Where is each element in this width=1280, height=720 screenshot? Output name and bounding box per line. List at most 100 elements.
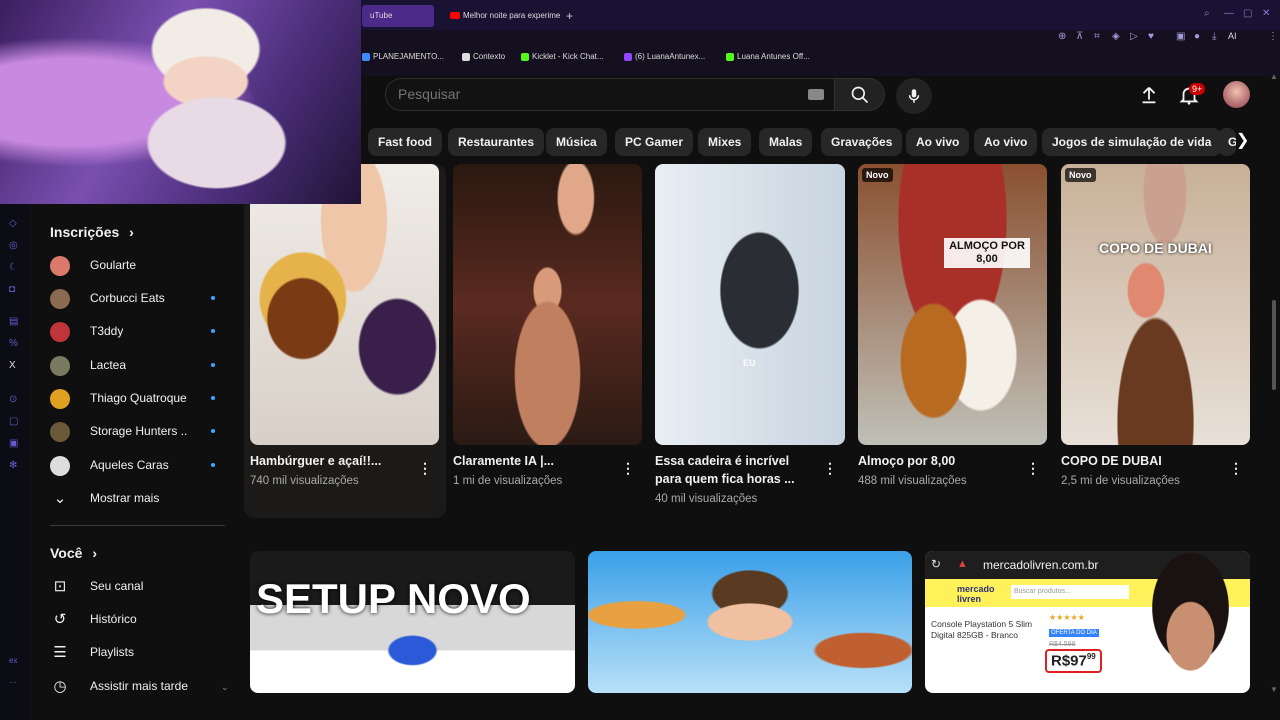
sidebar-item-seu-canal[interactable]: ⊡ Seu canal <box>50 573 225 601</box>
chip-ao-vivo[interactable]: Ao vivo <box>906 128 970 156</box>
box-icon[interactable]: ▣ <box>9 438 18 449</box>
chip-gravacoes[interactable]: Gravações <box>821 128 903 156</box>
sidebar-item-playlists[interactable]: ☰ Playlists <box>50 639 225 667</box>
chip-jogos-simulacao[interactable]: Jogos de simulação de vida <box>1042 128 1222 156</box>
profile-icon[interactable]: ● <box>1194 31 1200 42</box>
search-button[interactable] <box>834 78 885 111</box>
video-thumbnail[interactable] <box>250 164 439 445</box>
more-options-icon[interactable]: ⋮ <box>418 460 432 477</box>
scrollbar-thumb[interactable] <box>1272 300 1276 390</box>
chip-fast-food[interactable]: Fast food <box>368 128 442 156</box>
chat-icon[interactable]: ▢ <box>9 416 18 427</box>
new-content-dot <box>211 329 215 333</box>
video-title[interactable]: Almoço por 8,00 <box>858 452 1018 470</box>
avatar <box>50 289 70 309</box>
price-cents: 99 <box>1086 652 1096 661</box>
more-icon[interactable]: ··· <box>9 678 17 687</box>
chip-mixes[interactable]: Mixes <box>698 128 752 156</box>
chip-restaurantes[interactable]: Restaurantes <box>448 128 545 156</box>
channel-name: Goularte <box>90 258 137 272</box>
bookmark-kicklet[interactable]: Kicklet - Kick Chat... <box>521 52 604 61</box>
ex-icon[interactable]: ex <box>9 656 17 665</box>
bookmark-luanaantunex[interactable]: (6) LuanaAntunex... <box>624 52 705 61</box>
play-icon[interactable]: ▷ <box>1130 31 1138 42</box>
channel-name: Thiago Quatroque <box>90 391 187 405</box>
minimize-icon[interactable]: — <box>1224 8 1234 19</box>
chip-g[interactable]: G <box>1218 128 1236 156</box>
video-thumbnail[interactable]: ↻ ▲ mercadolivren.com.br mercado livren … <box>925 551 1250 693</box>
video-views: 2,5 mi de visualizações <box>1061 475 1180 487</box>
show-more-button[interactable]: ⌄ Mostrar mais <box>50 485 225 513</box>
scroll-down-arrow-icon[interactable]: ▼ <box>1270 685 1278 694</box>
crop-icon[interactable]: ⌗ <box>1094 31 1100 42</box>
more-options-icon[interactable]: ⋮ <box>823 460 837 477</box>
upload-icon[interactable] <box>1138 84 1160 106</box>
sidebar-item-aqueles-caras[interactable]: Aqueles Caras <box>50 452 225 480</box>
sidebar-item-lactea[interactable]: Lactea <box>50 352 225 380</box>
tab-youtube[interactable]: uTube <box>362 5 434 27</box>
video-thumbnail[interactable]: EU <box>655 164 845 445</box>
sidebar-item-historico[interactable]: ↺ Histórico <box>50 606 225 634</box>
subscriptions-heading[interactable]: Inscrições › <box>50 224 134 240</box>
voice-search-button[interactable] <box>896 78 932 114</box>
wallet-icon[interactable]: ▣ <box>1176 31 1185 42</box>
video-thumbnail[interactable] <box>453 164 642 445</box>
avatar <box>50 389 70 409</box>
sidebar-item-corbucci-eats[interactable]: Corbucci Eats <box>50 285 225 313</box>
brand-logo-text: mercado livren <box>957 584 995 604</box>
sidebar-item-thiago-quatroque[interactable]: Thiago Quatroque <box>50 385 225 413</box>
video-title[interactable]: COPO DE DUBAI <box>1061 452 1221 470</box>
percent-icon[interactable]: % <box>9 338 18 349</box>
video-thumbnail[interactable] <box>588 551 912 693</box>
menu-icon[interactable]: ⋮ <box>1268 31 1278 42</box>
video-thumbnail[interactable]: Novo COPO DE DUBAI <box>1061 164 1250 445</box>
chip-malas[interactable]: Malas <box>759 128 813 156</box>
twitch-icon[interactable]: ▤ <box>9 316 18 327</box>
chip-ao-vivo-2[interactable]: Ao vivo <box>974 128 1038 156</box>
more-options-icon[interactable]: ⋮ <box>621 460 635 477</box>
more-options-icon[interactable]: ⋮ <box>1026 460 1040 477</box>
video-thumbnail[interactable]: Novo ALMOÇO POR 8,00 <box>858 164 1047 445</box>
scroll-up-arrow-icon[interactable]: ▲ <box>1270 72 1278 81</box>
chevron-right-icon[interactable]: ❯ <box>1236 130 1249 150</box>
search-icon[interactable]: ⌕ <box>1204 8 1210 19</box>
ai-button[interactable]: AI <box>1228 31 1237 41</box>
shield-icon[interactable]: ◈ <box>1112 31 1120 42</box>
heart-icon[interactable]: ♥ <box>1148 31 1154 42</box>
keyboard-icon[interactable] <box>808 89 824 100</box>
scroll-down-icon[interactable]: ⌄ <box>221 682 229 693</box>
radio-icon[interactable]: ⊙ <box>9 394 17 405</box>
thumbnail-overlay-text: COPO DE DUBAI <box>1099 240 1212 256</box>
more-options-icon[interactable]: ⋮ <box>1229 460 1243 477</box>
chip-pc-gamer[interactable]: PC Gamer <box>615 128 694 156</box>
video-title[interactable]: Essa cadeira é incrível para quem fica h… <box>655 452 815 488</box>
video-title[interactable]: Hambúrguer e açaí!!... <box>250 452 410 470</box>
settings-icon[interactable]: ✻ <box>9 460 17 471</box>
sidebar-item-goularte[interactable]: Goularte <box>50 252 225 280</box>
new-tab-button[interactable]: + <box>566 5 573 27</box>
close-icon[interactable]: ✕ <box>1262 8 1270 19</box>
bookmark-planejamento[interactable]: PLANEJAMENTO... <box>362 52 444 61</box>
camera-icon[interactable]: ◘ <box>9 284 15 295</box>
video-thumbnail[interactable]: SETUP NOVO <box>250 551 575 693</box>
video-title[interactable]: Claramente IA |... <box>453 452 613 470</box>
bookmark-luana-antunes[interactable]: Luana Antunes Off... <box>726 52 810 61</box>
download-icon[interactable]: ⤓ <box>1212 31 1216 42</box>
sidebar-item-t3ddy[interactable]: T3ddy <box>50 318 225 346</box>
pin-icon[interactable]: ⊼ <box>1076 31 1083 42</box>
tab-melhor-noite[interactable]: Melhor noite para experime <box>442 5 560 27</box>
x-icon[interactable]: X <box>9 360 16 371</box>
zoom-icon[interactable]: ⊕ <box>1058 31 1066 42</box>
account-avatar[interactable] <box>1223 81 1250 108</box>
diamond-icon[interactable]: ◇ <box>9 218 17 229</box>
maximize-icon[interactable]: ▢ <box>1243 8 1252 19</box>
bookmark-contexto[interactable]: Contexto <box>462 52 505 61</box>
sidebar-item-assistir-mais-tarde[interactable]: ◷ Assistir mais tarde <box>50 673 225 701</box>
you-heading[interactable]: Você › <box>50 545 97 561</box>
search-input[interactable] <box>398 86 798 102</box>
chip-musica[interactable]: Música <box>546 128 607 156</box>
gear-icon[interactable]: ◎ <box>9 240 18 251</box>
watch-later-icon: ◷ <box>53 678 67 695</box>
moon-icon[interactable]: ☾ <box>9 262 18 273</box>
sidebar-item-storage-hunters[interactable]: Storage Hunters ... <box>50 418 225 446</box>
